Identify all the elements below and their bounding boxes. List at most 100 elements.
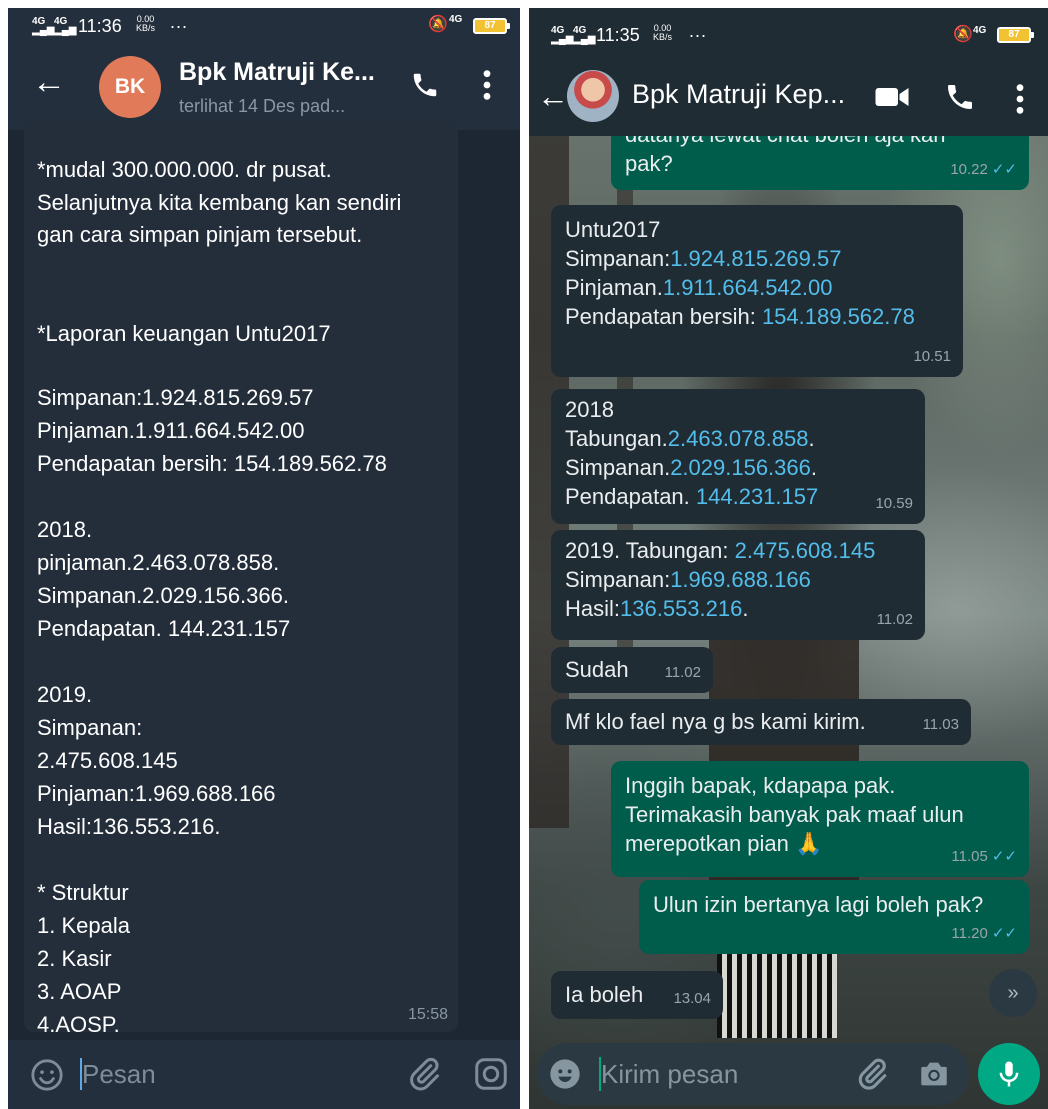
message-line: Untu2017 [565, 217, 661, 242]
read-ticks-icon: ✓✓ [991, 925, 1017, 942]
message-line: Pendapatan. 144.231.157 [37, 616, 291, 641]
message-time: 11.02 [876, 611, 913, 628]
message-line: datanya lewat chat boleh aja kah [625, 136, 1015, 149]
more-notifications: ... [689, 21, 708, 41]
message-time: 13.04 [673, 990, 711, 1007]
message-line: Hasil:136.553.216. [37, 814, 221, 839]
message-text: Ulun izin bertanya lagi boleh pak? [653, 892, 984, 917]
whatsapp-screen: 4G ▂▄▆ 4G ▂▄▆ 11:35 0.00 KB/s ... 🔕 4G 87 ←… [529, 8, 1048, 1109]
message-line: Simpanan:1.924.815.269.57 [565, 246, 842, 271]
mute-icon: 🔕 [953, 26, 973, 43]
camera-icon[interactable] [917, 1057, 951, 1091]
message-time: 10.22 ✓✓ [950, 161, 1017, 178]
emoji-icon[interactable] [549, 1058, 581, 1090]
message-bubble-outgoing[interactable]: datanya lewat chat boleh aja kah pak? 10… [611, 136, 1029, 190]
message-line: * Struktur [37, 880, 129, 905]
message-line: 2. Kasir [37, 946, 112, 971]
message-time: 11.02 [664, 664, 701, 681]
message-line: 3. AOAP [37, 979, 122, 1004]
message-line: 2019. Tabungan: 2.475.608.145 [565, 538, 876, 563]
back-arrow-icon[interactable]: ← [32, 62, 66, 102]
message-line: 1. Kepala [37, 913, 130, 938]
network-type: 4G [973, 25, 987, 36]
read-ticks-icon: ✓✓ [991, 161, 1017, 178]
message-time: 10.59 [875, 495, 913, 512]
clock: 11:36 [78, 16, 122, 36]
telegram-screen: 4G ▂▄▆ 4G ▂▄▆ 11:36 0.00 KB/s ... 🔕 4G 87 ←… [8, 8, 520, 1109]
read-ticks-icon: ✓✓ [991, 848, 1017, 865]
chat-header: ← BK Bpk Matruji Ke... terlihat 14 Des p… [8, 44, 520, 130]
more-notifications: ... [170, 12, 189, 32]
message-line: Pinjaman.1.911.664.542.00 [565, 275, 833, 300]
message-line: Simpanan.2.029.156.366. [565, 455, 818, 480]
message-time: 11.20 ✓✓ [951, 925, 1017, 942]
last-seen: terlihat 14 Des pad... [179, 96, 346, 116]
message-bubble[interactable]: *mudal 300.000.000. dr pusat. Selanjutny… [24, 120, 458, 1037]
avatar[interactable]: BK [99, 56, 161, 118]
message-line: Pendapatan bersih: 154.189.562.78 [565, 304, 915, 329]
message-bubble-incoming[interactable]: Sudah 11.02 [551, 647, 713, 693]
message-time: 11.05 ✓✓ [951, 848, 1017, 865]
message-line: Simpanan:1.924.815.269.57 [37, 385, 314, 410]
message-line: Hasil:136.553.216. [565, 596, 749, 621]
more-vert-icon[interactable] [482, 68, 492, 102]
message-line: 2.475.608.145 [37, 748, 178, 773]
contact-name[interactable]: Bpk Matruji Ke... [179, 58, 375, 87]
status-bar: 4G ▂▄▆ 4G ▂▄▆ 11:36 0.00 KB/s ... 🔕 4G 87 [8, 8, 520, 44]
message-time: 15:58 [407, 1006, 448, 1023]
message-bubble-outgoing[interactable]: Inggih bapak, kdapapa pak. Terimakasih b… [611, 761, 1029, 877]
message-line: Pinjaman:1.969.688.166 [37, 781, 276, 806]
message-line: Inggih bapak, kdapapa pak. [625, 773, 896, 798]
more-vert-icon[interactable] [1015, 82, 1025, 116]
phone-icon[interactable] [410, 68, 440, 102]
microphone-icon [999, 1061, 1019, 1087]
signal-icon: 4G ▂▄▆ [573, 25, 596, 45]
signal-icon: 4G ▂▄▆ [551, 25, 574, 45]
message-input[interactable]: Kirim pesan [601, 1058, 738, 1090]
composer-bar: Kirim pesan [537, 1043, 969, 1105]
scroll-down-icon[interactable]: » [989, 969, 1037, 1017]
message-line: Selanjutnya kita kembang kan sendiri [37, 190, 402, 215]
message-bubble-incoming[interactable]: 2019. Tabungan: 2.475.608.145 Simpanan:1… [551, 530, 925, 640]
video-call-icon[interactable] [874, 82, 910, 112]
message-list: *mudal 300.000.000. dr pusat. Selanjutny… [8, 120, 520, 1040]
message-line: 2018. [37, 517, 93, 542]
battery-icon: 87 [997, 27, 1034, 43]
message-text: Mf klo fael nya g bs kami kirim. [565, 709, 866, 734]
clock: 11:35 [596, 25, 640, 45]
status-bar: 4G ▂▄▆ 4G ▂▄▆ 11:35 0.00 KB/s ... 🔕 4G 87 [529, 8, 1048, 58]
message-line: Simpanan: [37, 715, 143, 740]
signal-icon: 4G ▂▄▆ [54, 16, 77, 36]
message-input[interactable]: Pesan [82, 1058, 156, 1090]
message-bubble-incoming[interactable]: Mf klo fael nya g bs kami kirim. 11.03 [551, 699, 971, 745]
message-line: *mudal 300.000.000. dr pusat. [37, 157, 332, 182]
network-speed: 0.00 KB/s [653, 23, 673, 42]
camera-icon[interactable] [473, 1056, 509, 1092]
network-type: 4G [449, 14, 463, 25]
message-time: 10.51 [913, 348, 951, 365]
message-line: 2018 [565, 397, 614, 422]
message-line: Simpanan.2.029.156.366. [37, 583, 289, 608]
message-line: 4.AOSP. [37, 1012, 120, 1037]
microphone-button[interactable] [978, 1043, 1040, 1105]
avatar[interactable] [567, 70, 619, 122]
phone-icon[interactable] [944, 80, 976, 114]
message-list: datanya lewat chat boleh aja kah pak? 10… [529, 136, 1048, 1041]
message-time: 11.03 [922, 716, 959, 733]
message-bubble-incoming[interactable]: 2018 Tabungan.2.463.078.858. Simpanan.2.… [551, 389, 925, 524]
contact-name[interactable]: Bpk Matruji Kep... [632, 79, 845, 110]
emoji-icon[interactable] [30, 1058, 64, 1092]
paperclip-icon[interactable] [406, 1056, 442, 1092]
message-line: Terimakasih banyak pak maaf ulun [625, 802, 964, 827]
back-arrow-icon[interactable]: ← [537, 76, 569, 116]
message-bubble-incoming[interactable]: Ia boleh 13.04 [551, 971, 723, 1019]
message-line: gan cara simpan pinjam tersebut. [37, 222, 363, 247]
chat-header: ← Bpk Matruji Kep... [529, 58, 1048, 136]
battery-icon: 87 [473, 18, 510, 34]
message-bubble-incoming[interactable]: Untu2017 Simpanan:1.924.815.269.57 Pinja… [551, 205, 963, 377]
message-bubble-outgoing[interactable]: Ulun izin bertanya lagi boleh pak? 11.20… [639, 880, 1029, 954]
message-line: Pinjaman.1.911.664.542.00 [37, 418, 305, 443]
mute-icon: 🔕 [428, 16, 448, 33]
message-line: 2019. [37, 682, 93, 707]
paperclip-icon[interactable] [855, 1057, 889, 1091]
